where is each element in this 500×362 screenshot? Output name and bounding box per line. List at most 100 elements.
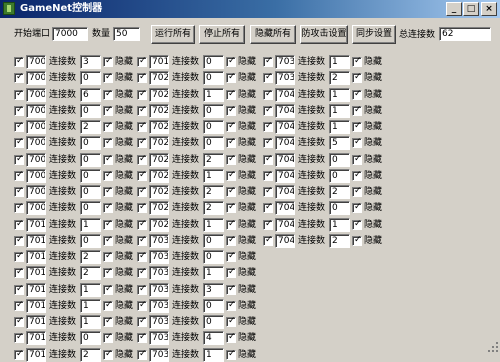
port-number-field[interactable]: 7028	[149, 201, 169, 215]
port-enable-checkbox[interactable]: ✓	[137, 121, 147, 132]
hide-checkbox[interactable]: ✓	[103, 56, 113, 67]
hide-checkbox[interactable]: ✓	[103, 121, 113, 132]
port-enable-checkbox[interactable]: ✓	[14, 284, 24, 295]
maximize-button[interactable]: □	[463, 2, 479, 16]
port-number-field[interactable]: 7035	[149, 315, 169, 329]
port-enable-checkbox[interactable]: ✓	[137, 89, 147, 100]
title-bar[interactable]: GameNet控制器 _ □ ×	[0, 0, 500, 18]
anti-attack-settings-button[interactable]: 防攻击设置	[300, 25, 348, 44]
port-enable-checkbox[interactable]: ✓	[14, 332, 24, 343]
port-enable-checkbox[interactable]: ✓	[137, 154, 147, 165]
hide-checkbox[interactable]: ✓	[103, 235, 113, 246]
port-enable-checkbox[interactable]: ✓	[137, 137, 147, 148]
port-number-field[interactable]: 7036	[149, 331, 169, 345]
hide-checkbox[interactable]: ✓	[226, 202, 236, 213]
port-enable-checkbox[interactable]: ✓	[137, 332, 147, 343]
quantity-input[interactable]: 50	[113, 27, 140, 41]
port-enable-checkbox[interactable]: ✓	[137, 267, 147, 278]
port-enable-checkbox[interactable]: ✓	[14, 235, 24, 246]
hide-checkbox[interactable]: ✓	[226, 89, 236, 100]
port-number-field[interactable]: 7012	[26, 250, 46, 264]
run-all-button[interactable]: 运行所有	[151, 25, 195, 44]
port-number-field[interactable]: 7049	[275, 234, 295, 248]
port-enable-checkbox[interactable]: ✓	[137, 235, 147, 246]
port-enable-checkbox[interactable]: ✓	[137, 251, 147, 262]
port-enable-checkbox[interactable]: ✓	[137, 186, 147, 197]
hide-checkbox[interactable]: ✓	[226, 332, 236, 343]
port-enable-checkbox[interactable]: ✓	[14, 72, 24, 83]
port-enable-checkbox[interactable]: ✓	[14, 316, 24, 327]
hide-checkbox[interactable]: ✓	[103, 219, 113, 230]
port-number-field[interactable]: 7027	[149, 185, 169, 199]
hide-checkbox[interactable]: ✓	[103, 186, 113, 197]
hide-checkbox[interactable]: ✓	[103, 137, 113, 148]
hide-checkbox[interactable]: ✓	[103, 349, 113, 360]
minimize-button[interactable]: _	[446, 2, 462, 16]
hide-checkbox[interactable]: ✓	[226, 219, 236, 230]
hide-checkbox[interactable]: ✓	[226, 235, 236, 246]
port-enable-checkbox[interactable]: ✓	[137, 284, 147, 295]
port-number-field[interactable]: 7020	[149, 71, 169, 85]
hide-checkbox[interactable]: ✓	[352, 202, 362, 213]
hide-checkbox[interactable]: ✓	[103, 267, 113, 278]
port-enable-checkbox[interactable]: ✓	[14, 202, 24, 213]
hide-checkbox[interactable]: ✓	[352, 137, 362, 148]
port-enable-checkbox[interactable]: ✓	[137, 219, 147, 230]
port-number-field[interactable]: 7001	[26, 71, 46, 85]
port-number-field[interactable]: 7031	[149, 250, 169, 264]
port-number-field[interactable]: 7004	[26, 120, 46, 134]
port-number-field[interactable]: 7018	[26, 348, 46, 362]
port-number-field[interactable]: 7040	[275, 88, 295, 102]
port-number-field[interactable]: 7023	[149, 120, 169, 134]
port-number-field[interactable]: 7009	[26, 201, 46, 215]
close-button[interactable]: ×	[481, 2, 497, 16]
hide-checkbox[interactable]: ✓	[352, 154, 362, 165]
port-enable-checkbox[interactable]: ✓	[137, 349, 147, 360]
port-enable-checkbox[interactable]: ✓	[137, 300, 147, 311]
port-enable-checkbox[interactable]: ✓	[14, 300, 24, 311]
port-number-field[interactable]: 7026	[149, 169, 169, 183]
port-number-field[interactable]: 7044	[275, 153, 295, 167]
hide-checkbox[interactable]: ✓	[226, 267, 236, 278]
hide-checkbox[interactable]: ✓	[352, 235, 362, 246]
port-number-field[interactable]: 7045	[275, 169, 295, 183]
port-number-field[interactable]: 7029	[149, 218, 169, 232]
port-enable-checkbox[interactable]: ✓	[263, 186, 273, 197]
hide-checkbox[interactable]: ✓	[103, 202, 113, 213]
port-number-field[interactable]: 7024	[149, 136, 169, 150]
hide-checkbox[interactable]: ✓	[103, 170, 113, 181]
port-number-field[interactable]: 7039	[275, 71, 295, 85]
port-number-field[interactable]: 7003	[26, 104, 46, 118]
hide-checkbox[interactable]: ✓	[226, 56, 236, 67]
port-number-field[interactable]: 7002	[26, 88, 46, 102]
port-enable-checkbox[interactable]: ✓	[14, 186, 24, 197]
hide-checkbox[interactable]: ✓	[103, 300, 113, 311]
port-enable-checkbox[interactable]: ✓	[14, 105, 24, 116]
port-enable-checkbox[interactable]: ✓	[137, 316, 147, 327]
hide-checkbox[interactable]: ✓	[103, 72, 113, 83]
hide-checkbox[interactable]: ✓	[226, 170, 236, 181]
port-number-field[interactable]: 7008	[26, 185, 46, 199]
hide-checkbox[interactable]: ✓	[352, 186, 362, 197]
hide-checkbox[interactable]: ✓	[103, 105, 113, 116]
port-number-field[interactable]: 7011	[26, 234, 46, 248]
hide-checkbox[interactable]: ✓	[352, 121, 362, 132]
port-number-field[interactable]: 7032	[149, 266, 169, 280]
port-enable-checkbox[interactable]: ✓	[14, 154, 24, 165]
port-number-field[interactable]: 7022	[149, 104, 169, 118]
port-number-field[interactable]: 7019	[149, 55, 169, 69]
hide-checkbox[interactable]: ✓	[226, 284, 236, 295]
start-port-input[interactable]: 7000	[52, 27, 88, 41]
port-enable-checkbox[interactable]: ✓	[263, 219, 273, 230]
hide-checkbox[interactable]: ✓	[226, 186, 236, 197]
port-enable-checkbox[interactable]: ✓	[263, 72, 273, 83]
hide-checkbox[interactable]: ✓	[226, 137, 236, 148]
port-enable-checkbox[interactable]: ✓	[137, 72, 147, 83]
hide-checkbox[interactable]: ✓	[352, 72, 362, 83]
sync-settings-button[interactable]: 同步设置	[352, 25, 396, 44]
port-number-field[interactable]: 7043	[275, 136, 295, 150]
port-number-field[interactable]: 7007	[26, 169, 46, 183]
hide-checkbox[interactable]: ✓	[226, 105, 236, 116]
port-number-field[interactable]: 7047	[275, 201, 295, 215]
hide-checkbox[interactable]: ✓	[226, 251, 236, 262]
